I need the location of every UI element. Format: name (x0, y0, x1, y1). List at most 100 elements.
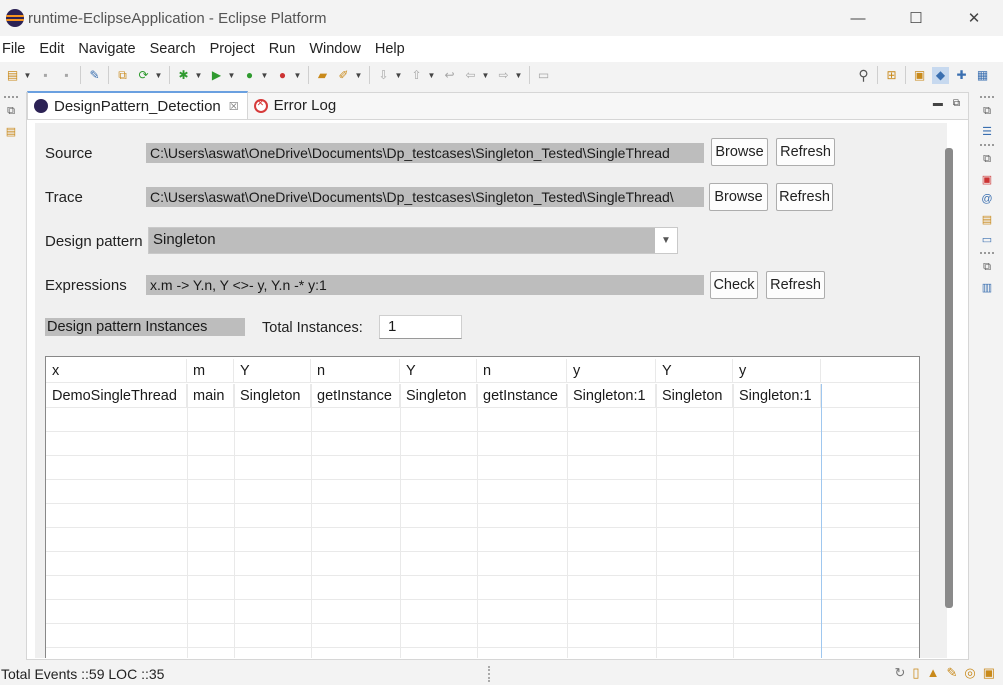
previous-annotation-icon[interactable]: ⇧ (408, 67, 425, 84)
external-tools-dropdown-icon[interactable]: ▼ (293, 67, 302, 84)
trace-refresh-button[interactable]: Refresh (776, 183, 833, 211)
source-refresh-button[interactable]: Refresh (776, 138, 835, 166)
run-dropdown-icon[interactable]: ▼ (227, 67, 236, 84)
tab-designpattern-detection[interactable]: DesignPattern_Detection ☒ (27, 91, 248, 119)
previous-annotation-dropdown-icon[interactable]: ▼ (427, 67, 436, 84)
close-tab-icon[interactable]: ☒ (229, 100, 239, 113)
menu-window[interactable]: Window (305, 41, 369, 57)
save-all-icon[interactable]: ▪ (58, 67, 75, 84)
view-controls: ▬ ⧉ (933, 98, 960, 109)
search-tool-icon[interactable]: ✐ (335, 67, 352, 84)
column-header[interactable]: x (46, 359, 187, 383)
menu-edit[interactable]: Edit (35, 41, 72, 57)
trim-handle[interactable] (4, 96, 18, 98)
pin-editor-icon[interactable]: ▭ (535, 67, 552, 84)
source-label: Source (45, 145, 93, 162)
coverage-dropdown-icon[interactable]: ▼ (260, 67, 269, 84)
table-row[interactable]: DemoSingleThread main Singleton getInsta… (46, 384, 919, 408)
external-tools-icon[interactable]: ● (274, 67, 291, 84)
source-browse-button[interactable]: Browse (711, 138, 768, 166)
menu-file[interactable]: File (0, 41, 33, 57)
debug-perspective-icon[interactable]: ▦ (974, 67, 991, 84)
restore-icon[interactable]: ⧉ (980, 104, 994, 118)
menu-navigate[interactable]: Navigate (74, 41, 143, 57)
restore-icon[interactable]: ⧉ (4, 104, 18, 118)
debug-icon[interactable]: ✱ (175, 67, 192, 84)
console-icon[interactable]: ▭ (980, 232, 994, 246)
javadoc-icon[interactable]: @ (980, 192, 994, 206)
open-type-icon[interactable]: ⧉ (114, 67, 131, 84)
refresh-icon[interactable]: ⟳ (135, 67, 152, 84)
next-annotation-dropdown-icon[interactable]: ▼ (394, 67, 403, 84)
package-explorer-icon[interactable]: ▤ (4, 124, 18, 138)
restore-icon[interactable]: ⧉ (980, 152, 994, 166)
column-header[interactable]: Y (656, 359, 733, 383)
back-icon[interactable]: ⇦ (462, 67, 479, 84)
expressions-field[interactable]: x.m -> Y.n, Y <>- y, Y.n -* y:1 (146, 275, 704, 295)
java-perspective-icon[interactable]: ◆ (932, 66, 949, 84)
trim-handle[interactable] (980, 252, 994, 254)
close-window-button[interactable]: ✕ (945, 0, 1003, 36)
column-header[interactable]: Y (234, 359, 311, 383)
last-edit-icon[interactable]: ↩ (441, 67, 458, 84)
forward-icon[interactable]: ⇨ (495, 67, 512, 84)
plugin-perspective-icon[interactable]: ✚ (953, 67, 970, 84)
column-header[interactable]: y (733, 359, 821, 383)
declaration-icon[interactable]: ▤ (980, 212, 994, 226)
progress-icon[interactable]: ↻ (895, 665, 906, 681)
forward-dropdown-icon[interactable]: ▼ (514, 67, 523, 84)
notifications-icon[interactable]: ▣ (983, 665, 995, 681)
column-header[interactable]: m (187, 359, 234, 383)
expressions-refresh-button[interactable]: Refresh (766, 271, 825, 299)
column-resize-line[interactable] (821, 384, 822, 658)
expressions-label: Expressions (45, 277, 127, 294)
open-perspective-icon[interactable]: ⊞ (883, 67, 900, 84)
graduation-cap-icon[interactable]: ▲ (927, 665, 940, 681)
minimize-button[interactable]: — (829, 0, 887, 36)
source-field[interactable]: C:\Users\aswat\OneDrive\Documents\Dp_tes… (146, 143, 704, 163)
trace-field[interactable]: C:\Users\aswat\OneDrive\Documents\Dp_tes… (146, 187, 704, 207)
vertical-scrollbar[interactable] (945, 148, 953, 608)
total-instances-field[interactable]: 1 (379, 315, 462, 339)
minimize-view-icon[interactable]: ▬ (933, 98, 943, 109)
design-pattern-select[interactable]: Singleton ▼ (148, 227, 678, 254)
trim-handle[interactable] (980, 96, 994, 98)
search-tool-dropdown-icon[interactable]: ▼ (354, 67, 363, 84)
tab-error-log[interactable]: Error Log (248, 92, 345, 119)
column-header[interactable]: n (311, 359, 400, 383)
menu-run[interactable]: Run (265, 41, 304, 57)
toggle-breakpoint-icon[interactable]: ✎ (86, 67, 103, 84)
column-header[interactable]: n (477, 359, 567, 383)
menu-project[interactable]: Project (206, 41, 263, 57)
back-dropdown-icon[interactable]: ▼ (481, 67, 490, 84)
toolbar-separator (308, 66, 309, 84)
maximize-view-icon[interactable]: ⧉ (953, 98, 960, 109)
chevron-down-icon[interactable]: ▼ (655, 228, 677, 253)
new-dropdown-icon[interactable]: ▼ (23, 67, 32, 84)
book-icon[interactable]: ▯ (912, 665, 919, 681)
column-header[interactable]: y (567, 359, 656, 383)
resource-perspective-icon[interactable]: ▣ (911, 67, 928, 84)
open-folder-icon[interactable]: ▰ (314, 67, 331, 84)
trace-browse-button[interactable]: Browse (709, 183, 768, 211)
next-annotation-icon[interactable]: ⇩ (375, 67, 392, 84)
search-icon[interactable]: ⚲ (855, 67, 872, 84)
lifebuoy-icon[interactable]: ◎ (964, 665, 975, 681)
column-header[interactable]: Y (400, 359, 477, 383)
run-icon[interactable]: ▶ (208, 67, 225, 84)
save-icon[interactable]: ▪ (37, 67, 54, 84)
debug-dropdown-icon[interactable]: ▼ (194, 67, 203, 84)
pencil-icon[interactable]: ✎ (946, 665, 957, 681)
menu-search[interactable]: Search (146, 41, 204, 57)
task-list-icon[interactable]: ▥ (980, 280, 994, 294)
maximize-button[interactable]: ☐ (887, 0, 945, 36)
problems-icon[interactable]: ▣ (980, 172, 994, 186)
outline-icon[interactable]: ☰ (980, 124, 994, 138)
refresh-dropdown-icon[interactable]: ▼ (154, 67, 163, 84)
check-button[interactable]: Check (710, 271, 758, 299)
restore-icon[interactable]: ⧉ (980, 260, 994, 274)
menu-help[interactable]: Help (371, 41, 413, 57)
run-coverage-icon[interactable]: ● (241, 67, 258, 84)
trim-handle[interactable] (980, 144, 994, 146)
new-icon[interactable]: ▤ (4, 67, 21, 84)
